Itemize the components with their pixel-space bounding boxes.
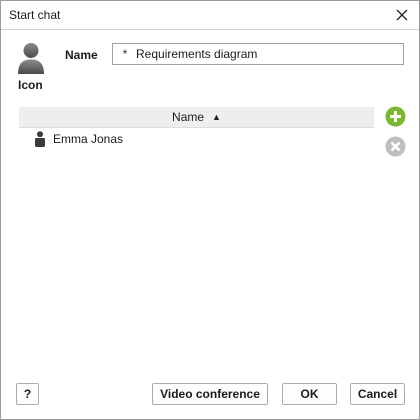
list-item[interactable]: Emma Jonas bbox=[19, 129, 374, 149]
ok-button[interactable]: OK bbox=[282, 383, 337, 405]
help-button[interactable]: ? bbox=[16, 383, 39, 405]
title-bar: Start chat bbox=[1, 1, 419, 30]
participants-list[interactable]: Name ▲ Emma Jonas bbox=[19, 107, 374, 357]
name-input[interactable] bbox=[134, 47, 386, 61]
close-button[interactable] bbox=[389, 3, 415, 27]
remove-participant-button[interactable] bbox=[384, 135, 406, 157]
start-chat-dialog: Start chat Icon Name * Name ▲ bbox=[0, 0, 420, 420]
icon-label: Icon bbox=[18, 78, 43, 92]
name-field[interactable]: * bbox=[112, 43, 404, 65]
person-silhouette-icon bbox=[18, 43, 44, 74]
video-conference-button[interactable]: Video conference bbox=[152, 383, 268, 405]
add-participant-button[interactable] bbox=[384, 105, 406, 127]
plus-circle-icon bbox=[385, 106, 405, 126]
x-circle-icon bbox=[385, 136, 405, 156]
window-title: Start chat bbox=[9, 8, 61, 22]
person-icon bbox=[35, 131, 45, 147]
cancel-button[interactable]: Cancel bbox=[350, 383, 405, 405]
avatar[interactable] bbox=[16, 41, 46, 75]
name-column-header[interactable]: Name ▲ bbox=[19, 107, 374, 128]
close-icon bbox=[396, 9, 408, 21]
participant-name: Emma Jonas bbox=[53, 132, 124, 146]
column-header-label: Name bbox=[172, 110, 205, 124]
sort-ascending-icon: ▲ bbox=[212, 112, 221, 122]
name-label: Name bbox=[65, 48, 98, 62]
required-marker: * bbox=[122, 47, 128, 61]
